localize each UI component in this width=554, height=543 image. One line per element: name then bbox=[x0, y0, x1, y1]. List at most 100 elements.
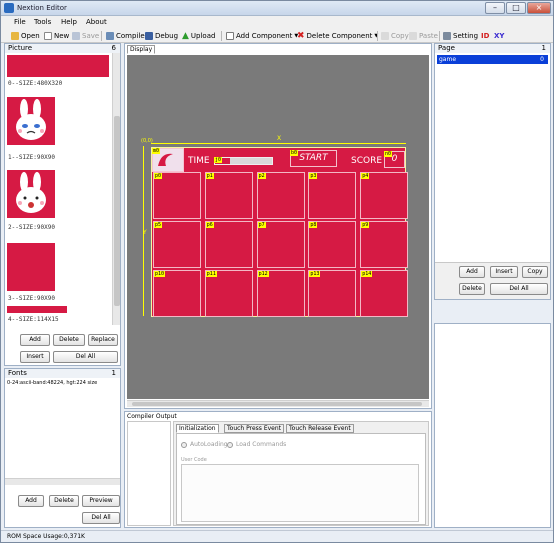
picture-thumbnail-0[interactable] bbox=[7, 55, 109, 77]
picture-label-1: 1--SIZE:90X90 bbox=[8, 154, 55, 161]
page-item-game[interactable]: game 0 bbox=[437, 55, 548, 64]
page-copy-button[interactable]: Copy bbox=[522, 266, 548, 278]
id-button[interactable]: ID bbox=[481, 31, 489, 41]
picture-label-4: 4--SIZE:114X15 bbox=[8, 316, 59, 323]
picture-list[interactable]: 0--SIZE:480X320 1--SIZE:90X90 2--SIZE:90… bbox=[5, 53, 112, 308]
picture-cell-p9[interactable]: p9 bbox=[360, 221, 409, 268]
compiler-panel: Compiler Output Initialization Touch Pre… bbox=[124, 411, 432, 528]
score-label: SCORE bbox=[351, 156, 383, 166]
open-button[interactable]: Open bbox=[11, 31, 40, 41]
compiler-output-box[interactable] bbox=[127, 421, 171, 526]
minimize-button[interactable]: – bbox=[485, 2, 505, 14]
display-tab[interactable]: Display bbox=[127, 45, 156, 54]
add-component-button[interactable]: Add Component ▼ bbox=[226, 31, 298, 41]
picture-cell-p8[interactable]: p8 bbox=[308, 221, 357, 268]
picture-replace-button[interactable]: Replace bbox=[88, 334, 118, 346]
maximize-button[interactable]: □ bbox=[506, 2, 526, 14]
tag-p12: p12 bbox=[257, 271, 269, 277]
tag-p4: p4 bbox=[361, 173, 370, 179]
picture-del-all-button[interactable]: Del All bbox=[53, 351, 118, 363]
compile-button[interactable]: Compile bbox=[106, 31, 145, 41]
time-progress-bar[interactable] bbox=[214, 157, 273, 165]
font-add-button[interactable]: Add bbox=[18, 495, 44, 507]
tag-j0: j0 bbox=[214, 157, 223, 163]
tab-initialization[interactable]: Initialization bbox=[176, 424, 219, 433]
picture-insert-button[interactable]: Insert bbox=[20, 351, 50, 363]
page-id: 0 bbox=[540, 56, 544, 63]
load-commands-radio[interactable] bbox=[227, 441, 233, 448]
hscroll-thumb[interactable] bbox=[132, 402, 422, 406]
upload-arrow-icon: ▲ bbox=[182, 31, 189, 41]
save-button[interactable]: Save bbox=[72, 31, 99, 41]
picture-cell-p4[interactable]: p4 bbox=[360, 172, 409, 219]
autoloading-radio[interactable] bbox=[181, 441, 187, 448]
fonts-hscrollbar[interactable] bbox=[5, 478, 120, 485]
upload-button[interactable]: ▲ Upload bbox=[182, 31, 215, 41]
menu-help[interactable]: Help bbox=[61, 18, 77, 26]
page-name: game bbox=[439, 56, 457, 63]
setting-button[interactable]: Setting bbox=[443, 31, 478, 41]
page-panel-title: Page bbox=[438, 44, 455, 52]
load-commands-option[interactable]: Load Commands bbox=[227, 441, 286, 448]
tab-touch-release[interactable]: Touch Release Event bbox=[286, 424, 354, 433]
picture-scrollbar[interactable] bbox=[112, 53, 120, 325]
page-count: 1 bbox=[541, 44, 546, 52]
y-axis-label: Y bbox=[143, 229, 147, 236]
new-button[interactable]: New bbox=[44, 31, 69, 41]
picture-cell-p3[interactable]: p3 bbox=[308, 172, 357, 219]
page-insert-button[interactable]: Insert bbox=[490, 266, 518, 278]
picture-cell-p1[interactable]: p1 bbox=[204, 172, 253, 219]
picture-delete-button[interactable]: Delete bbox=[53, 334, 85, 346]
screen-board[interactable]: m0 TIME j0 START b0 SCORE 0 n0 p0 p1 p2 p3 p… bbox=[151, 147, 409, 317]
picture-panel: Picture 6 0--SIZE:480X320 1--SIZE:90X90 bbox=[4, 43, 121, 366]
font-del-all-button[interactable]: Del All bbox=[82, 512, 120, 524]
bunny-crying-icon bbox=[16, 99, 46, 140]
menu-file[interactable]: File bbox=[14, 18, 26, 26]
user-code-editor[interactable] bbox=[181, 464, 419, 522]
page-del-all-button[interactable]: Del All bbox=[490, 283, 548, 295]
tag-p14: p14 bbox=[361, 271, 373, 277]
page-add-button[interactable]: Add bbox=[459, 266, 485, 278]
display-canvas[interactable]: (0,0) X Y m0 TIME j0 START b0 SCORE 0 n0… bbox=[127, 55, 429, 399]
picture-cell-p2[interactable]: p2 bbox=[256, 172, 305, 219]
display-hscrollbar[interactable] bbox=[127, 400, 429, 407]
picture-cell-p5[interactable]: p5 bbox=[153, 221, 201, 268]
picture-cell-p10[interactable]: p10 bbox=[153, 270, 201, 317]
picture-cell-p14[interactable]: p14 bbox=[360, 270, 409, 317]
menu-about[interactable]: About bbox=[86, 18, 107, 26]
picture-thumbnail-4[interactable] bbox=[7, 306, 67, 313]
autoloading-option[interactable]: AutoLoading bbox=[181, 441, 228, 448]
fonts-count: 1 bbox=[111, 369, 116, 377]
event-panel: Initialization Touch Press Event Touch R… bbox=[173, 421, 429, 526]
picture-thumbnail-3[interactable] bbox=[7, 243, 55, 291]
paste-icon bbox=[409, 32, 417, 40]
app-icon bbox=[4, 3, 14, 13]
bunny-crying-picture[interactable] bbox=[7, 97, 55, 145]
picture-add-button[interactable]: Add bbox=[20, 334, 50, 346]
picture-cell-p6[interactable]: p6 bbox=[204, 221, 253, 268]
paste-button[interactable]: Paste bbox=[409, 31, 438, 41]
picture-label-0: 0--SIZE:480X320 bbox=[8, 80, 63, 87]
font-preview-button[interactable]: Preview bbox=[82, 495, 120, 507]
debug-button[interactable]: Debug bbox=[145, 31, 178, 41]
menu-tools[interactable]: Tools bbox=[34, 18, 51, 26]
close-button[interactable]: × bbox=[527, 2, 551, 14]
picture-cell-p0[interactable]: p0 bbox=[153, 172, 201, 219]
delete-component-button[interactable]: ✖Delete Component▼ bbox=[297, 31, 378, 41]
xy-button[interactable]: XY bbox=[494, 31, 504, 41]
bunny-happy-picture[interactable] bbox=[7, 170, 55, 218]
compiler-title: Compiler Output bbox=[127, 413, 177, 420]
picture-cell-p11[interactable]: p11 bbox=[204, 270, 253, 317]
page-delete-button[interactable]: Delete bbox=[459, 283, 485, 295]
tag-p6: p6 bbox=[205, 222, 214, 228]
scrollbar-thumb[interactable] bbox=[114, 116, 120, 306]
copy-button[interactable]: Copy bbox=[381, 31, 409, 41]
font-list-item[interactable]: 0-24:ascii-band:48224, hgt:224 size bbox=[7, 380, 119, 386]
font-delete-button[interactable]: Delete bbox=[49, 495, 79, 507]
picture-cell-p12[interactable]: p12 bbox=[256, 270, 305, 317]
x-axis-label: X bbox=[277, 135, 282, 142]
tab-touch-press[interactable]: Touch Press Event bbox=[224, 424, 285, 433]
picture-cell-p13[interactable]: p13 bbox=[308, 270, 357, 317]
picture-cell-p7[interactable]: p7 bbox=[256, 221, 305, 268]
copy-icon bbox=[381, 32, 389, 40]
